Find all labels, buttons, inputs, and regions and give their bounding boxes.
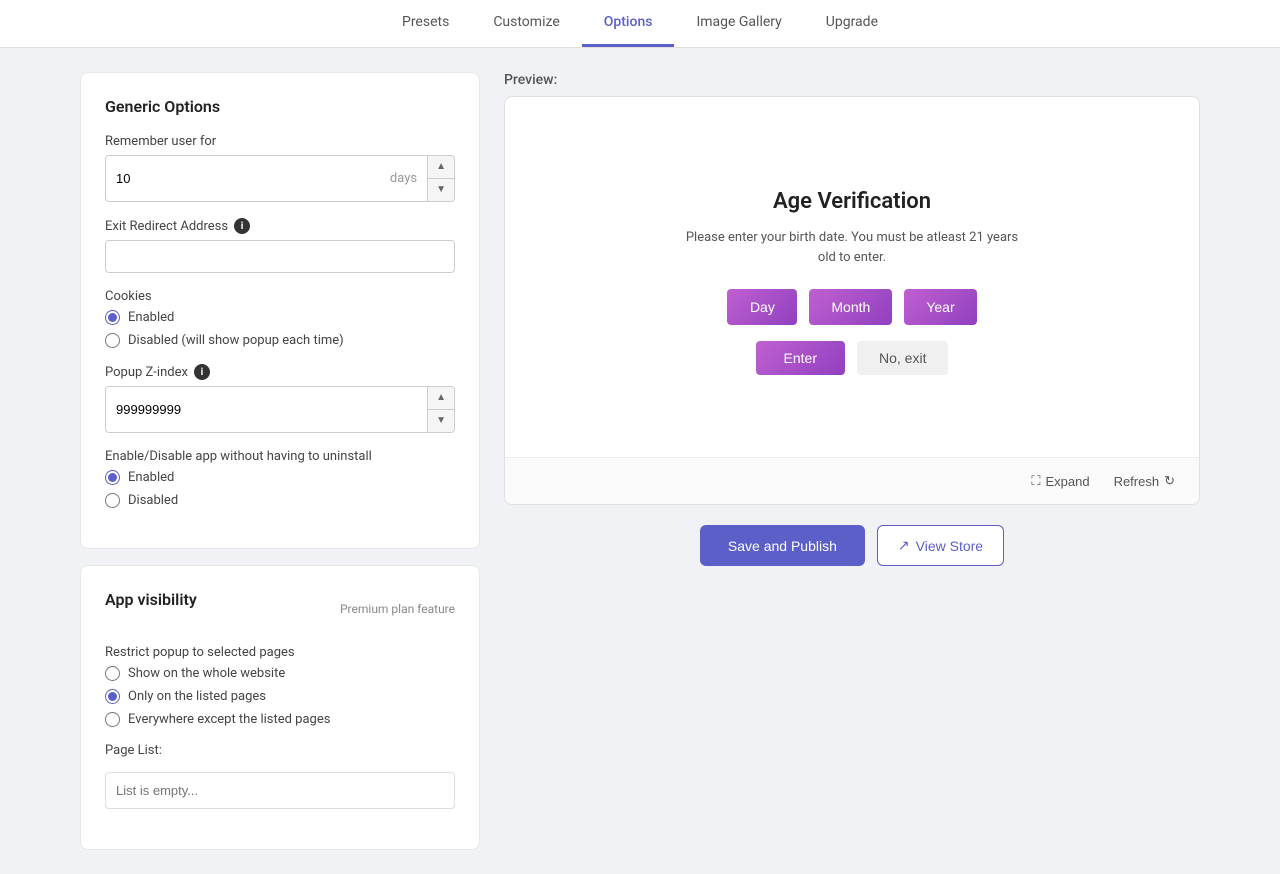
cookies-disabled-option[interactable]: Disabled (will show popup each time): [105, 333, 455, 348]
cookies-enabled-radio[interactable]: [105, 310, 120, 325]
av-no-exit-button[interactable]: No, exit: [857, 341, 948, 375]
preview-toolbar: ⛶ Expand Refresh ↻: [505, 457, 1199, 504]
exit-redirect-input[interactable]: http://www.google.com: [105, 240, 455, 273]
save-and-publish-button[interactable]: Save and Publish: [700, 525, 865, 566]
cookies-disabled-label: Disabled (will show popup each time): [128, 333, 344, 348]
av-year-button[interactable]: Year: [904, 289, 976, 325]
only-listed-pages-radio[interactable]: [105, 689, 120, 704]
remember-user-group: Remember user for 10 days ▲ ▼: [105, 134, 455, 202]
generic-options-card: Generic Options Remember user for 10 day…: [80, 72, 480, 549]
tab-customize[interactable]: Customize: [471, 0, 581, 47]
tab-upgrade[interactable]: Upgrade: [804, 0, 900, 47]
av-day-button[interactable]: Day: [727, 289, 797, 325]
zindex-spinner-down[interactable]: ▼: [428, 410, 454, 432]
tab-options[interactable]: Options: [582, 0, 675, 47]
preview-inner: Age Verification Please enter your birth…: [505, 97, 1199, 457]
top-navigation: Presets Customize Options Image Gallery …: [0, 0, 1280, 48]
generic-options-title: Generic Options: [105, 97, 455, 116]
spinner-down[interactable]: ▼: [428, 179, 454, 201]
av-date-row: Day Month Year: [682, 289, 1022, 325]
only-listed-pages-option[interactable]: Only on the listed pages: [105, 689, 455, 704]
popup-zindex-input-wrapper: 999999999 ▲ ▼: [105, 386, 455, 433]
refresh-button[interactable]: Refresh ↻: [1104, 468, 1185, 494]
app-visibility-title-row: App visibility Premium plan feature: [105, 590, 455, 627]
cookies-disabled-radio[interactable]: [105, 333, 120, 348]
app-enabled-label: Enabled: [128, 470, 174, 485]
app-enabled-radio[interactable]: [105, 470, 120, 485]
view-store-button[interactable]: ↗ View Store: [877, 525, 1004, 566]
app-visibility-title: App visibility: [105, 590, 197, 609]
popup-zindex-input[interactable]: 999999999: [106, 394, 427, 425]
av-title: Age Verification: [682, 189, 1022, 214]
remember-user-input-wrapper: 10 days ▲ ▼: [105, 155, 455, 202]
av-action-row: Enter No, exit: [682, 341, 1022, 375]
preview-container: Age Verification Please enter your birth…: [504, 96, 1200, 505]
app-visibility-card: App visibility Premium plan feature Rest…: [80, 565, 480, 850]
exit-redirect-group: Exit Redirect Address i http://www.googl…: [105, 218, 455, 273]
restrict-radio-group: Show on the whole website Only on the li…: [105, 666, 455, 727]
tab-image-gallery[interactable]: Image Gallery: [674, 0, 803, 47]
cookies-radio-group: Enabled Disabled (will show popup each t…: [105, 310, 455, 348]
zindex-spinner: ▲ ▼: [427, 387, 454, 432]
popup-zindex-info-icon[interactable]: i: [194, 364, 210, 380]
restrict-label: Restrict popup to selected pages: [105, 645, 455, 660]
expand-icon: ⛶: [1031, 473, 1040, 489]
tab-presets[interactable]: Presets: [380, 0, 471, 47]
page-list-group: Page List:: [105, 743, 455, 809]
enable-disable-group: Enable/Disable app without having to uni…: [105, 449, 455, 508]
restrict-popup-group: Restrict popup to selected pages Show on…: [105, 645, 455, 727]
popup-zindex-group: Popup Z-index i 999999999 ▲ ▼: [105, 364, 455, 433]
cookies-label: Cookies: [105, 289, 455, 304]
remember-user-spinner: ▲ ▼: [427, 156, 454, 201]
refresh-icon: ↻: [1164, 473, 1175, 489]
enable-disable-label: Enable/Disable app without having to uni…: [105, 449, 455, 464]
days-label: days: [380, 163, 427, 194]
zindex-spinner-up[interactable]: ▲: [428, 387, 454, 410]
spinner-up[interactable]: ▲: [428, 156, 454, 179]
remember-user-input[interactable]: 10: [106, 163, 380, 194]
app-disabled-radio[interactable]: [105, 493, 120, 508]
preview-label: Preview:: [504, 72, 1200, 88]
exit-redirect-info-icon[interactable]: i: [234, 218, 250, 234]
refresh-label: Refresh: [1114, 474, 1160, 489]
av-enter-button[interactable]: Enter: [756, 341, 845, 375]
expand-button[interactable]: ⛶ Expand: [1021, 468, 1099, 494]
show-whole-website-option[interactable]: Show on the whole website: [105, 666, 455, 681]
cookies-enabled-label: Enabled: [128, 310, 174, 325]
page-list-input[interactable]: [105, 772, 455, 809]
show-whole-website-label: Show on the whole website: [128, 666, 285, 681]
av-month-button[interactable]: Month: [809, 289, 892, 325]
show-whole-website-radio[interactable]: [105, 666, 120, 681]
page-list-label: Page List:: [105, 743, 455, 758]
bottom-action-bar: Save and Publish ↗ View Store: [504, 525, 1200, 566]
exit-redirect-label: Exit Redirect Address i: [105, 218, 455, 234]
av-subtitle: Please enter your birth date. You must b…: [682, 228, 1022, 267]
app-disabled-label: Disabled: [128, 493, 178, 508]
app-enabled-option[interactable]: Enabled: [105, 470, 455, 485]
left-panel: Generic Options Remember user for 10 day…: [80, 72, 480, 850]
app-disabled-option[interactable]: Disabled: [105, 493, 455, 508]
external-link-icon: ↗: [898, 537, 910, 554]
cookies-group: Cookies Enabled Disabled (will show popu…: [105, 289, 455, 348]
right-panel: Preview: Age Verification Please enter y…: [504, 72, 1200, 850]
view-store-label: View Store: [916, 538, 983, 554]
only-listed-pages-label: Only on the listed pages: [128, 689, 266, 704]
main-content: Generic Options Remember user for 10 day…: [0, 48, 1280, 874]
enable-disable-radio-group: Enabled Disabled: [105, 470, 455, 508]
premium-badge: Premium plan feature: [340, 602, 455, 616]
age-verification-box: Age Verification Please enter your birth…: [682, 189, 1022, 375]
expand-label: Expand: [1045, 474, 1089, 489]
remember-user-label: Remember user for: [105, 134, 455, 149]
popup-zindex-label: Popup Z-index i: [105, 364, 455, 380]
cookies-enabled-option[interactable]: Enabled: [105, 310, 455, 325]
